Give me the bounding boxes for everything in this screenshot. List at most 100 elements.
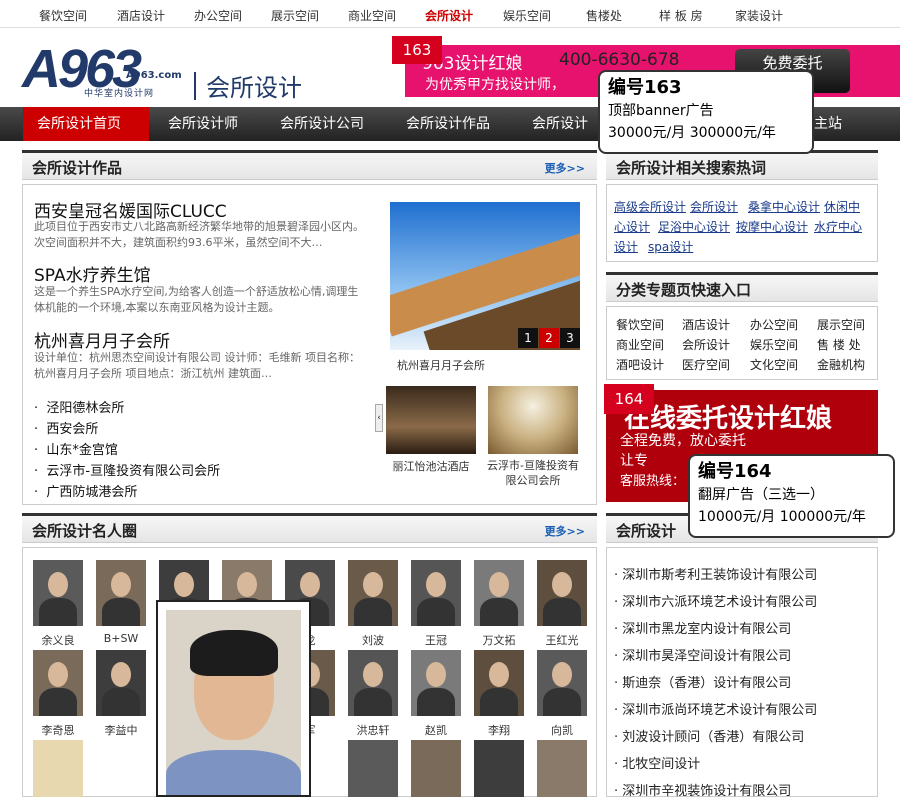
category-link[interactable]: 医疗空间 <box>682 356 730 373</box>
category-link[interactable]: 会所设计 <box>682 336 730 353</box>
designer-name[interactable]: 李益中 <box>91 722 151 738</box>
work-list-item[interactable]: · 广西防城港会所 <box>34 481 137 500</box>
main-nav-item-active[interactable]: 会所设计首页 <box>23 107 149 141</box>
hot-keyword[interactable]: 足浴中心设计 <box>658 218 730 235</box>
designer-photo[interactable] <box>348 560 398 626</box>
designer-photo[interactable] <box>96 650 146 716</box>
photo-body <box>102 688 140 716</box>
hot-keyword[interactable]: spa设计 <box>648 238 693 255</box>
company-item[interactable]: · 刘波设计顾问（香港）有限公司 <box>614 726 804 745</box>
designer-photo[interactable] <box>348 740 398 797</box>
slide-num-1[interactable]: 1 <box>518 328 538 348</box>
designer-name[interactable]: 刘波 <box>343 632 403 648</box>
hot-keyword[interactable]: 会所设计 <box>690 198 738 215</box>
designer-name[interactable]: 向凯 <box>532 722 592 738</box>
article-desc: 设计单位：杭州思杰空间设计有限公司 设计师：毛维新 项目名称：杭州喜月月子会所 … <box>34 351 360 380</box>
hot-keyword[interactable]: 设计 <box>614 238 638 255</box>
article-title[interactable]: SPA水疗养生馆 <box>34 261 151 286</box>
designer-photo[interactable] <box>537 650 587 716</box>
designer-photo[interactable] <box>33 560 83 626</box>
top-nav-item[interactable]: 办公空间 <box>194 7 242 24</box>
thumb-prev-arrow[interactable]: ‹ <box>375 404 383 432</box>
company-item[interactable]: · 深圳市昊泽空间设计有限公司 <box>614 645 791 664</box>
category-link[interactable]: 售 楼 处 <box>817 336 861 353</box>
thumb-image[interactable] <box>386 386 476 454</box>
category-link[interactable]: 酒店设计 <box>682 316 730 333</box>
designer-photo[interactable] <box>96 560 146 626</box>
company-item[interactable]: · 深圳市派尚环境艺术设计有限公司 <box>614 699 817 718</box>
designer-photo[interactable] <box>33 740 83 797</box>
company-item[interactable]: · 深圳市斯考利王装饰设计有限公司 <box>614 564 817 583</box>
company-item[interactable]: · 深圳市辛视装饰设计有限公司 <box>614 780 791 797</box>
work-list-item[interactable]: · 云浮市-亘隆投资有限公司会所 <box>34 460 220 479</box>
top-nav-item-active[interactable]: 会所设计 <box>425 7 473 24</box>
designer-photo[interactable] <box>474 740 524 797</box>
designer-photo[interactable] <box>411 650 461 716</box>
category-link[interactable]: 酒吧设计 <box>616 356 664 373</box>
thumb-image[interactable] <box>488 386 578 454</box>
category-panel: 分类专题页快速入口 餐饮空间 酒店设计 办公空间 展示空间 商业空间 会所设计 … <box>606 272 878 380</box>
site-logo[interactable]: A963 A963.com 中华室内设计网 <box>22 40 192 104</box>
designer-name[interactable]: 余义良 <box>28 632 88 648</box>
slide-num-3[interactable]: 3 <box>560 328 580 348</box>
category-link[interactable]: 文化空间 <box>750 356 798 373</box>
designer-photo[interactable] <box>537 740 587 797</box>
article-title[interactable]: 杭州喜月月子会所 <box>34 327 170 352</box>
category-link[interactable]: 展示空间 <box>817 316 865 333</box>
thumb-caption[interactable]: 丽江怡池沽酒店 <box>386 458 476 474</box>
top-nav-item[interactable]: 娱乐空间 <box>503 7 551 24</box>
hot-keyword[interactable]: 桑拿中心设计 <box>748 198 820 215</box>
hot-keyword[interactable]: 高级会所设计 <box>614 198 686 215</box>
main-nav-item[interactable]: 会所设计公司 <box>280 107 364 141</box>
designer-photo[interactable] <box>474 650 524 716</box>
company-item[interactable]: · 斯迪奈（香港）设计有限公司 <box>614 672 791 691</box>
main-nav-item[interactable]: 会所设计作品 <box>406 107 490 141</box>
designer-name[interactable]: 王红光 <box>532 632 592 648</box>
more-link[interactable]: 更多>> <box>545 160 585 176</box>
work-list-item[interactable]: · 山东*金宫馆 <box>34 439 118 458</box>
main-nav-item[interactable]: 会所设计师 <box>168 107 238 141</box>
top-nav-item[interactable]: 售楼处 <box>586 7 622 24</box>
thumb-caption[interactable]: 云浮市-亘隆投资有限公司会所 <box>484 458 582 488</box>
category-link[interactable]: 办公空间 <box>750 316 798 333</box>
hot-keyword[interactable]: 水疗中心 <box>814 218 862 235</box>
top-nav-item[interactable]: 家装设计 <box>735 7 783 24</box>
photo-face <box>111 571 131 597</box>
main-nav-item[interactable]: 主站 <box>814 107 842 141</box>
ad-slot-tag-164: 164 <box>604 384 654 414</box>
designer-name[interactable]: 李奇恩 <box>28 722 88 738</box>
designer-photo[interactable] <box>474 560 524 626</box>
category-link[interactable]: 餐饮空间 <box>616 316 664 333</box>
company-item[interactable]: · 北牧空间设计 <box>614 753 700 772</box>
top-nav-item[interactable]: 展示空间 <box>271 7 319 24</box>
hot-keyword[interactable]: 按摩中心设计 <box>736 218 808 235</box>
designer-name[interactable]: B+SW <box>91 632 151 645</box>
designer-name[interactable]: 赵凯 <box>406 722 466 738</box>
top-nav-item[interactable]: 酒店设计 <box>117 7 165 24</box>
top-nav-item[interactable]: 样 板 房 <box>659 7 703 24</box>
designer-name[interactable]: 王冠 <box>406 632 466 648</box>
category-link[interactable]: 娱乐空间 <box>750 336 798 353</box>
designer-photo[interactable] <box>411 740 461 797</box>
designer-photo[interactable] <box>348 650 398 716</box>
slide-num-2[interactable]: 2 <box>539 328 559 348</box>
designer-photo[interactable] <box>33 650 83 716</box>
callout-price: 10000元/月 100000元/年 <box>698 509 866 525</box>
company-item[interactable]: · 深圳市黑龙室内设计有限公司 <box>614 618 791 637</box>
designer-name[interactable]: 洪忠轩 <box>343 722 403 738</box>
top-nav-item[interactable]: 商业空间 <box>348 7 396 24</box>
more-link[interactable]: 更多>> <box>545 523 585 539</box>
main-nav-item[interactable]: 会所设计 <box>532 107 588 141</box>
hot-keyword[interactable]: 休闲中 <box>824 198 860 215</box>
work-list-item[interactable]: · 西安会所 <box>34 418 98 437</box>
category-link[interactable]: 金融机构 <box>817 356 865 373</box>
designer-name[interactable]: 李翔 <box>469 722 529 738</box>
company-item[interactable]: · 深圳市六派环境艺术设计有限公司 <box>614 591 817 610</box>
designer-photo[interactable] <box>537 560 587 626</box>
designer-name[interactable]: 万文拓 <box>469 632 529 648</box>
work-list-item[interactable]: · 泾阳德林会所 <box>34 397 124 416</box>
category-link[interactable]: 商业空间 <box>616 336 664 353</box>
top-nav-item[interactable]: 餐饮空间 <box>39 7 87 24</box>
hot-keyword[interactable]: 心设计 <box>614 218 650 235</box>
designer-photo[interactable] <box>411 560 461 626</box>
